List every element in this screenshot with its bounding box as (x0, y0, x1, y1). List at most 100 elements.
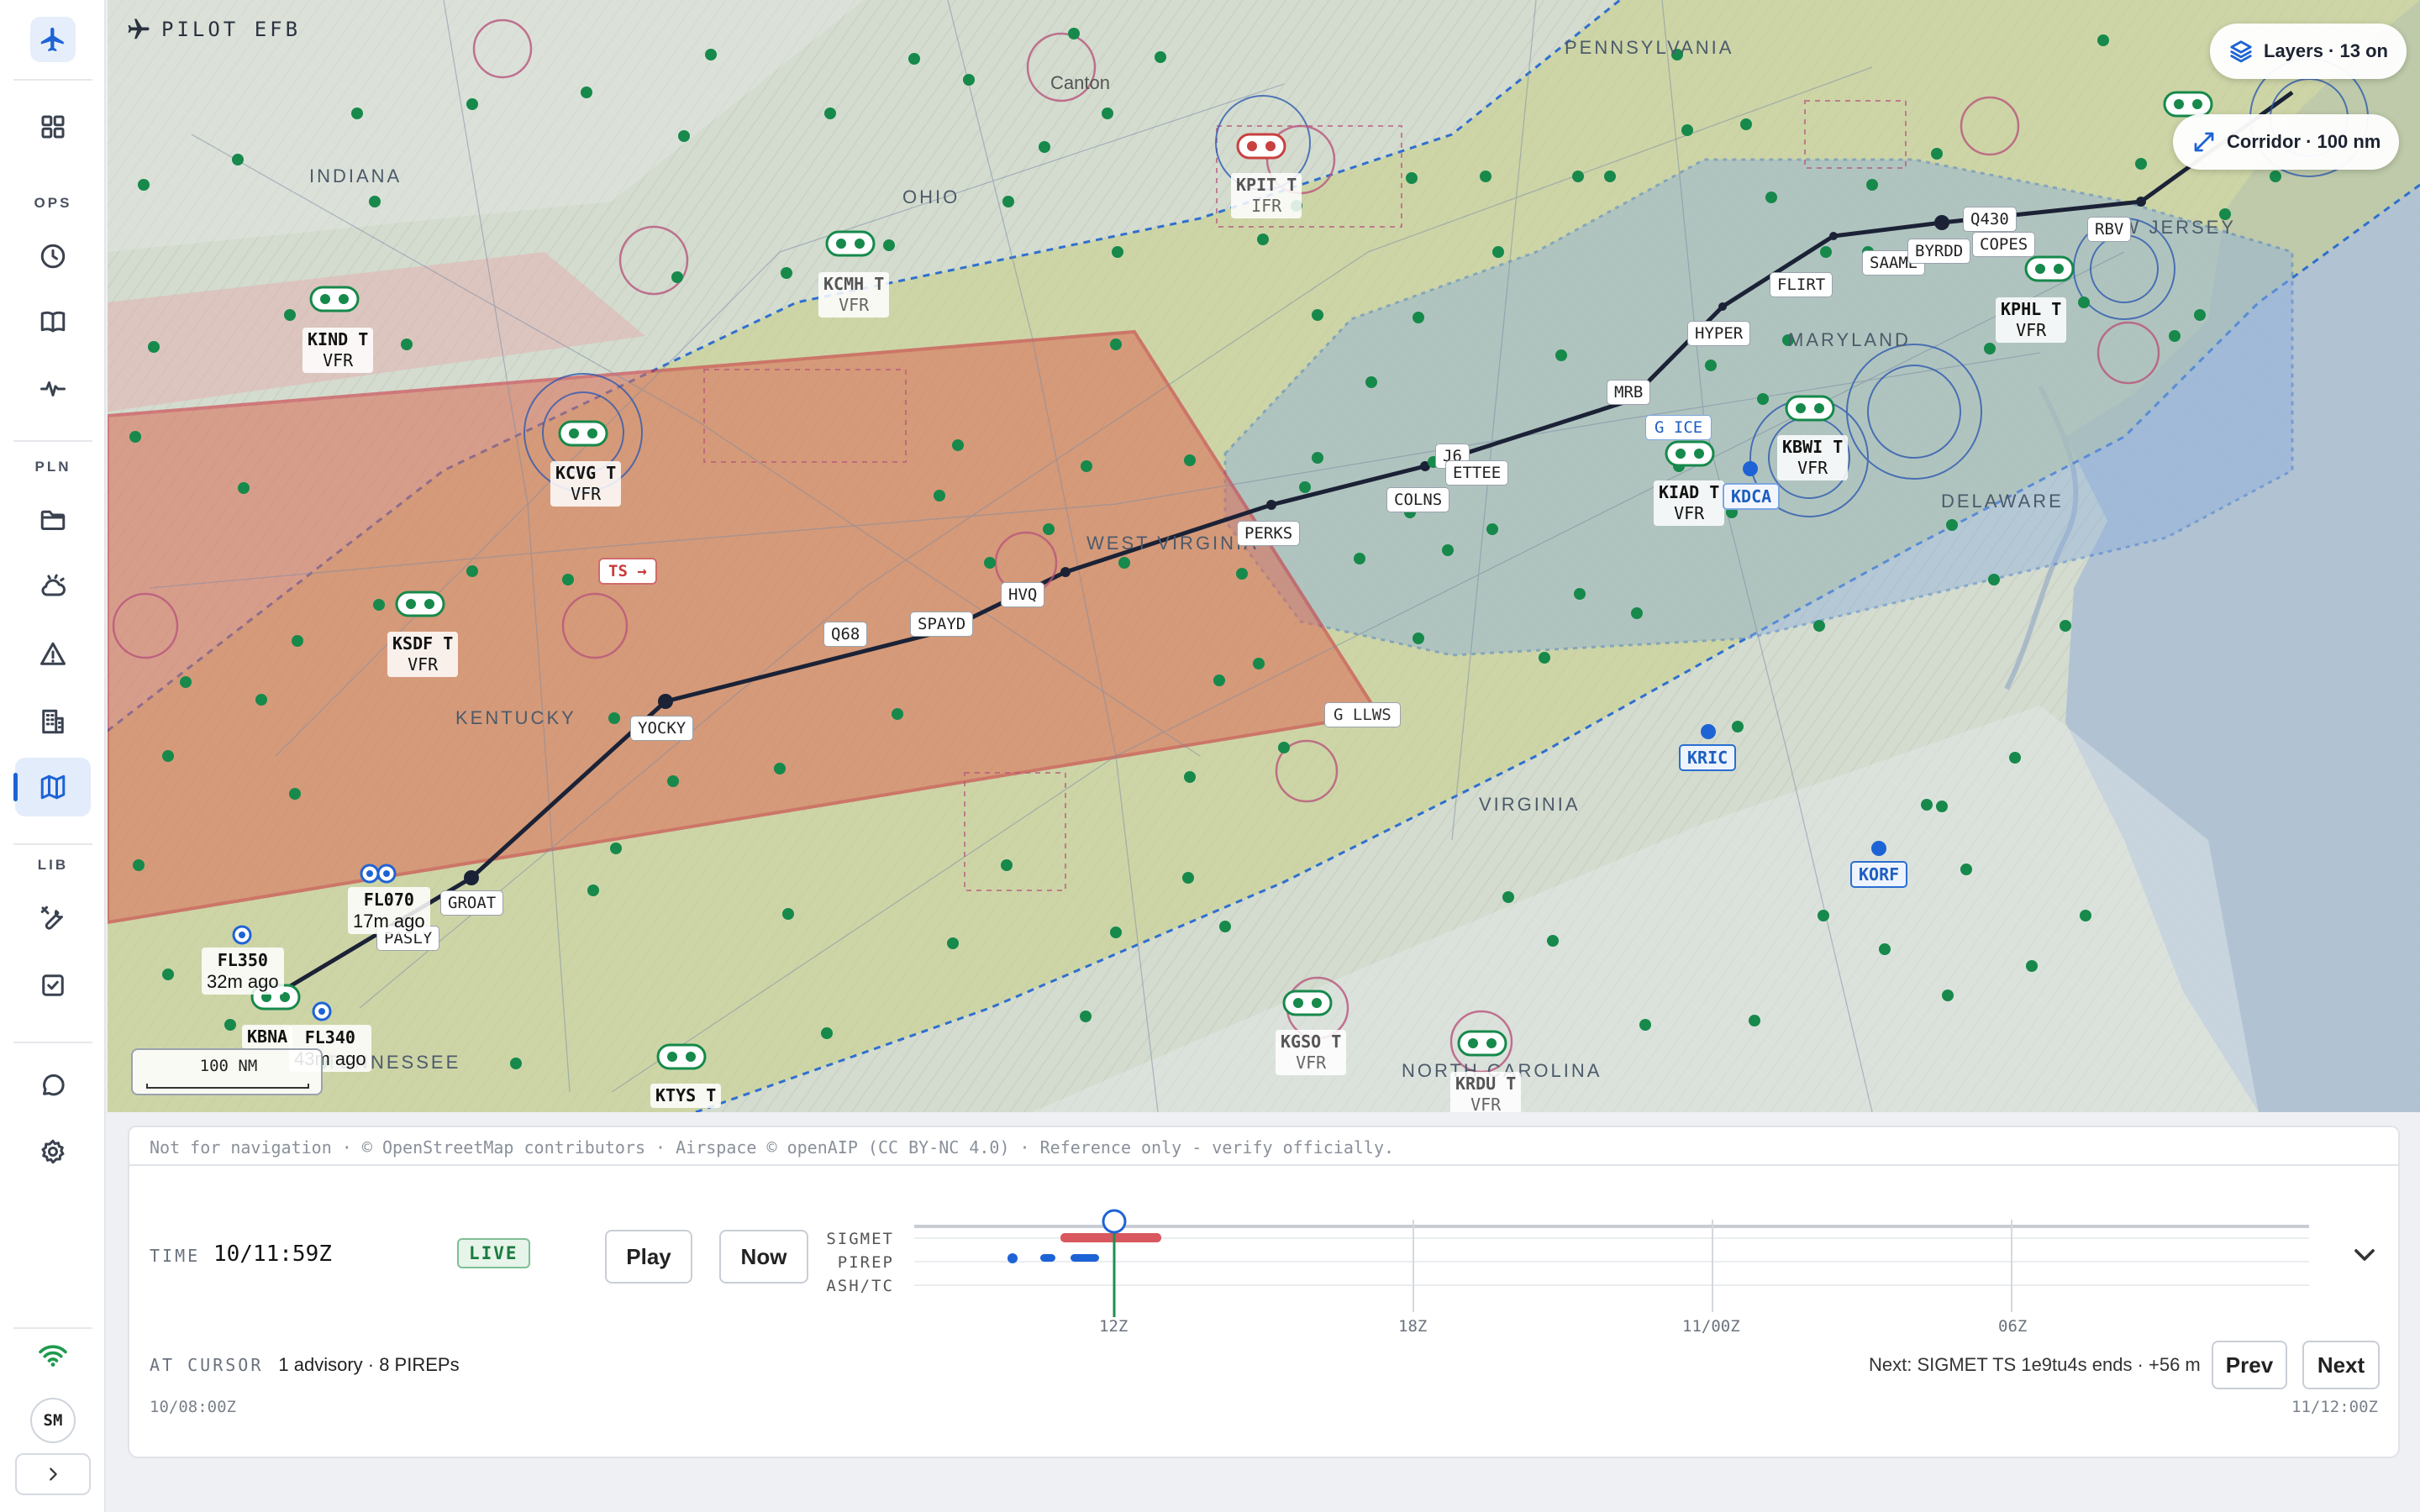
time-value: 10/11:59Z (213, 1242, 332, 1267)
state-label: PENNSYLVANIA (1565, 37, 1734, 58)
fix-label[interactable]: YOCKY (630, 716, 694, 741)
sidebar-item-health[interactable] (15, 360, 91, 418)
fix-label[interactable]: Q68 (823, 622, 868, 647)
chevron-right-icon (50, 1467, 57, 1481)
g-airmet-ice-tag[interactable]: G ICE (1645, 415, 1712, 440)
navaid-label[interactable]: KDCA (1723, 483, 1781, 510)
state-label: KENTUCKY (455, 707, 576, 728)
sidebar-item-airports[interactable] (15, 692, 91, 751)
timeline-track[interactable] (914, 1200, 2326, 1317)
prev-button[interactable]: Prev (2212, 1341, 2287, 1389)
chat-icon (43, 1074, 65, 1096)
play-button[interactable]: Play (605, 1230, 692, 1284)
flight-category: VFR (1296, 1053, 1327, 1073)
sidebar-item-flights[interactable] (15, 491, 91, 549)
flight-category: VFR (571, 484, 602, 504)
fix-label[interactable]: COPES (1972, 232, 2036, 257)
layers-button[interactable]: Layers · 13 on (2210, 24, 2407, 79)
flight-category: VFR (1797, 458, 1828, 478)
airport-label[interactable]: KCVG T VFR (550, 461, 622, 507)
airport-id: KIND T (308, 329, 369, 349)
navaid-label[interactable]: KORF (1850, 861, 1908, 888)
expand-icon (2194, 132, 2214, 152)
sidebar-section-pln: PLN (34, 459, 71, 475)
state-label: WEST VIRGINIA (1086, 533, 1259, 554)
fix-label[interactable]: HYPER (1687, 321, 1751, 346)
dashboard-icon (41, 115, 65, 139)
airport-label[interactable]: KPHL T VFR (1996, 297, 2067, 343)
state-label: DELAWARE (1941, 491, 2064, 512)
airport-label[interactable]: KTYS T (650, 1084, 722, 1108)
fix-label[interactable]: FLIRT (1770, 272, 1833, 297)
fix-label[interactable]: GROAT (440, 890, 504, 916)
airport-label[interactable]: KIND T VFR (302, 328, 374, 373)
airport-id: KGSO T (1281, 1032, 1342, 1052)
fix-label[interactable]: Q430 (1963, 207, 2017, 232)
airport-id: KSDF T (392, 633, 454, 654)
sidebar-item-notams[interactable] (15, 625, 91, 684)
flight-category: VFR (408, 654, 439, 675)
airport-label[interactable]: KSDF T VFR (387, 632, 459, 677)
airport-label[interactable]: KPIT T IFR (1231, 173, 1302, 218)
fix-label[interactable]: SPAYD (910, 612, 974, 637)
next-button[interactable]: Next (2302, 1341, 2380, 1389)
g-airmet-llws-tag[interactable]: G LLWS (1324, 702, 1401, 727)
airport-label[interactable]: KRDU T VFR (1450, 1072, 1522, 1112)
fix-label[interactable]: HVQ (1001, 582, 1045, 607)
fix-label[interactable]: COLNS (1386, 487, 1450, 512)
plane-icon (128, 18, 150, 39)
layers-label: Layers · 13 on (2264, 40, 2388, 61)
map-icon (40, 774, 66, 800)
fix-label[interactable]: MRB (1607, 380, 1651, 405)
sidebar-item-map[interactable] (13, 758, 91, 816)
airport-label[interactable]: KBWI T VFR (1777, 435, 1849, 480)
airport-label[interactable]: KGSO T VFR (1276, 1030, 1347, 1075)
app-brand: PILOT EFB (126, 17, 301, 42)
wifi-icon (39, 1345, 67, 1367)
fix-label[interactable]: PERKS (1237, 521, 1301, 546)
avatar[interactable]: SM (30, 1398, 76, 1443)
app-logo[interactable] (30, 17, 76, 62)
sidebar-divider (13, 1327, 92, 1329)
sidebar: OPS PLN LIB SM (0, 0, 106, 1512)
fix-label[interactable]: RBV (2087, 217, 2132, 242)
timeline-scrubber[interactable] (1102, 1209, 1127, 1234)
sidebar-divider (13, 843, 92, 845)
navaid-label[interactable]: KRIC (1679, 744, 1737, 771)
sidebar-item-weather[interactable] (15, 558, 91, 617)
sidebar-item-history[interactable] (15, 227, 91, 286)
sidebar-item-tools[interactable] (15, 889, 91, 948)
flight-category: VFR (1470, 1095, 1502, 1112)
pirep-label[interactable]: FL070 17m ago (348, 887, 430, 934)
corridor-button[interactable]: Corridor · 100 nm (2173, 114, 2400, 170)
airport-id: KRDU T (1455, 1074, 1517, 1094)
lane-label: PIREP (837, 1253, 894, 1272)
pulse-icon (40, 381, 66, 396)
cursor-summary: 1 advisory · 8 PIREPs (278, 1354, 460, 1375)
sidebar-item-messages[interactable] (15, 1055, 91, 1114)
flight-category: VFR (323, 350, 354, 370)
airport-label[interactable]: KBNA (242, 1025, 293, 1049)
state-label: INDIANA (309, 165, 402, 186)
sigmet-ts-tag[interactable]: TS → (598, 558, 657, 585)
at-cursor-row: AT CURSOR 1 advisory · 8 PIREPs (150, 1354, 460, 1376)
fix-label[interactable]: BYRDD (1907, 239, 1971, 264)
sidebar-item-logbook[interactable] (15, 292, 91, 351)
map-canvas[interactable]: PILOT EFB INDIANA OHIO PENNSYLVANIA KENT… (108, 0, 2420, 1112)
timeline-tick: 06Z (1998, 1317, 2028, 1336)
book-icon (40, 311, 66, 333)
app-root: OPS PLN LIB SM PILOT EFB INDIANA OHIO PE… (0, 0, 2420, 1512)
sidebar-item-checklists[interactable] (15, 956, 91, 1015)
sidebar-item-dashboard[interactable] (15, 97, 91, 156)
airport-id: KIAD T (1659, 482, 1720, 502)
fix-label[interactable]: ETTEE (1445, 460, 1509, 486)
collapse-timeline-button[interactable] (2348, 1238, 2381, 1272)
pirep-age: 32m ago (207, 971, 279, 992)
airport-label[interactable]: KIAD T VFR (1654, 480, 1725, 526)
sidebar-expand-button[interactable] (15, 1453, 91, 1495)
sigmet-bar[interactable] (1060, 1233, 1161, 1242)
pirep-label[interactable]: FL350 32m ago (202, 948, 284, 995)
sidebar-item-settings[interactable] (15, 1122, 91, 1181)
airport-label[interactable]: KCMH T VFR (818, 272, 890, 318)
timeline-tick: 11/00Z (1682, 1317, 1740, 1336)
